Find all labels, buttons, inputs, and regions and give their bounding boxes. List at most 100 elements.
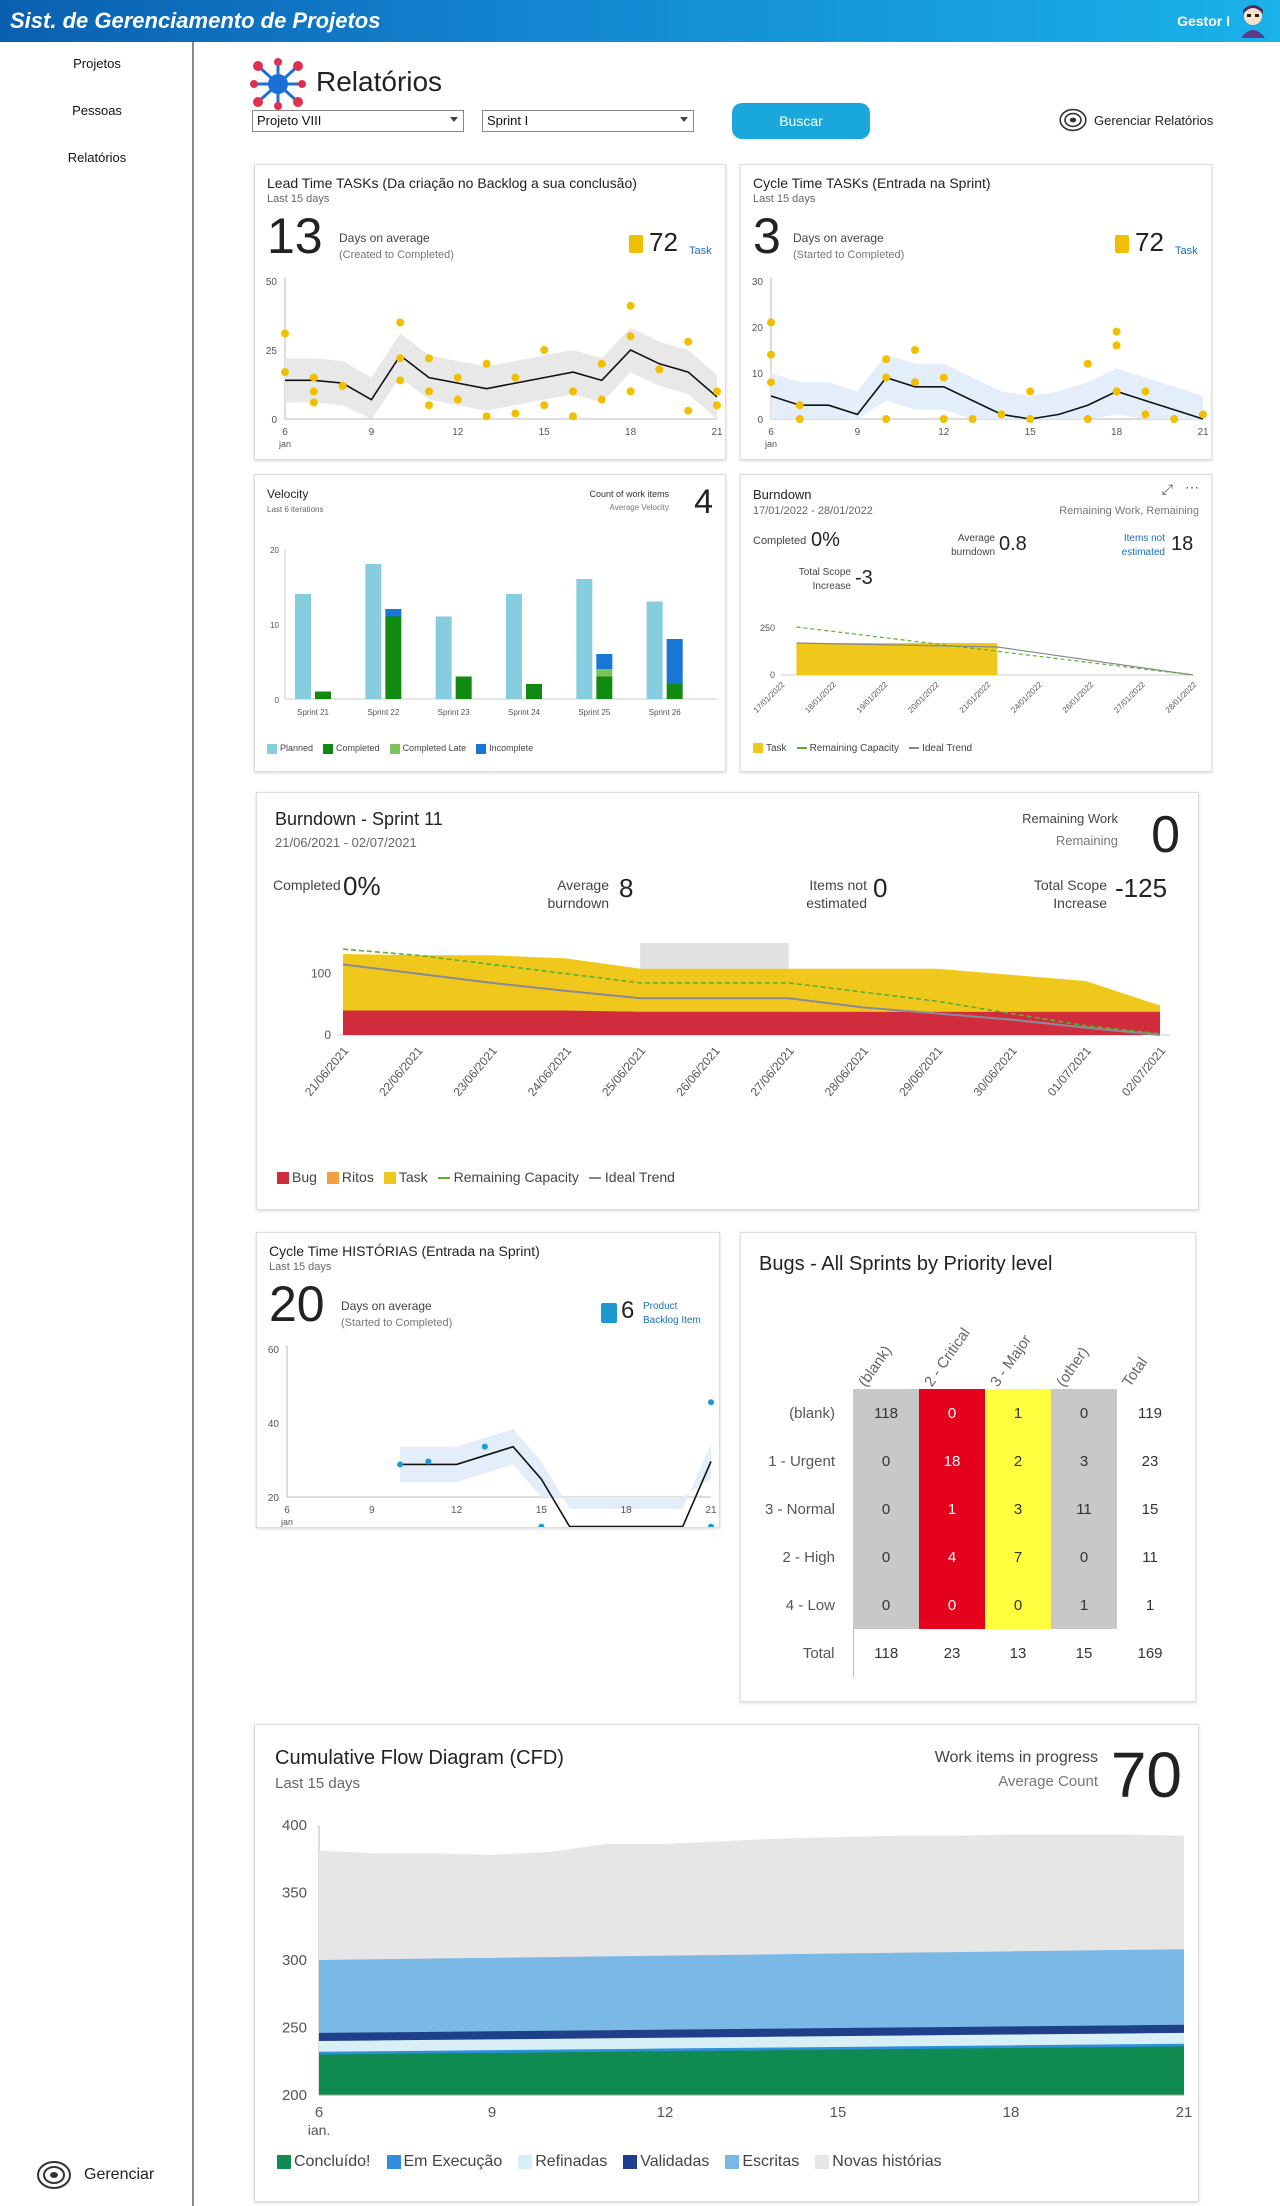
legend-item: Concluído! [277, 2153, 371, 2171]
legend-item: Novas histórias [815, 2153, 942, 2171]
matrix-cell[interactable]: 7 [985, 1533, 1051, 1581]
y-tick-label: 100 [311, 967, 331, 981]
card-title: Burndown [753, 487, 812, 502]
lead-time-card[interactable]: Lead Time TASKs (Da criação no Backlog a… [254, 164, 726, 460]
sidebar-item-pessoas[interactable]: Pessoas [0, 103, 194, 118]
cycle-historias-card[interactable]: Cycle Time HISTÓRIAS (Entrada na Sprint)… [256, 1232, 720, 1528]
matrix-cell[interactable]: 0 [853, 1533, 919, 1581]
average-desc: Days on average [793, 231, 884, 245]
average-velocity-label: Average Velocity [609, 503, 669, 512]
data-point [1112, 387, 1121, 396]
legend-label: Task [398, 1169, 428, 1185]
legend-label: Ideal Trend [604, 1169, 675, 1185]
completed-value: 0% [343, 871, 381, 901]
matrix-cell[interactable]: 0 [919, 1581, 985, 1629]
data-point [397, 1461, 404, 1468]
matrix-cell[interactable]: 1 [1051, 1581, 1117, 1629]
matrix-cell[interactable]: 119 [1117, 1389, 1183, 1437]
task-count-label: Task [1175, 245, 1198, 257]
matrix-cell[interactable]: 1 [985, 1389, 1051, 1437]
x-tick-label: 12 [452, 427, 464, 438]
column-header: 2 - Critical [921, 1324, 974, 1390]
matrix-cell[interactable]: 3 [985, 1485, 1051, 1533]
matrix-cell[interactable]: 3 [1051, 1437, 1117, 1485]
search-button[interactable]: Buscar [732, 103, 870, 139]
not-estimated-label: Items not [809, 877, 867, 893]
data-point [1026, 415, 1035, 423]
manage-button[interactable]: Gerenciar [36, 2160, 154, 2190]
matrix-cell[interactable]: 0 [853, 1581, 919, 1629]
matrix-cell[interactable]: 0 [853, 1485, 919, 1533]
average-desc: Days on average [339, 231, 430, 245]
avatar[interactable] [1238, 4, 1268, 38]
data-point [795, 415, 804, 423]
task-count-label: Task [689, 245, 712, 257]
matrix-cell[interactable]: 0 [1051, 1533, 1117, 1581]
bugs-matrix-card[interactable]: Bugs - All Sprints by Priority level (bl… [740, 1232, 1196, 1702]
matrix-cell[interactable]: 0 [985, 1581, 1051, 1629]
y-tick-label: 200 [282, 2087, 307, 2104]
not-estimated-label-2: estimated [806, 895, 867, 911]
burndown-sprint-card[interactable]: Burndown - Sprint 11 21/06/2021 - 02/07/… [256, 792, 1199, 1210]
legend-label: Refinadas [535, 2153, 608, 2170]
data-point [396, 376, 405, 385]
column-header: (blank) [855, 1342, 896, 1390]
data-point [481, 1443, 488, 1450]
cfd-card[interactable]: Cumulative Flow Diagram (CFD) Last 15 da… [254, 1724, 1199, 2202]
user-name[interactable]: Gestor I [1177, 13, 1230, 29]
data-point [795, 401, 804, 410]
row-label: 1 - Urgent [768, 1452, 835, 1470]
x-tick-label: 18 [625, 427, 637, 438]
more-options-icon[interactable]: ⋯ [1185, 479, 1199, 496]
matrix-cell[interactable]: 1 [919, 1485, 985, 1533]
expand-icon[interactable]: ⤢ [1162, 481, 1173, 498]
matrix-cell[interactable]: 2 [985, 1437, 1051, 1485]
project-select[interactable]: Projeto VIII [252, 110, 464, 132]
matrix-cell[interactable]: 118 [853, 1389, 919, 1437]
row-label: 4 - Low [785, 1596, 835, 1614]
matrix-cell[interactable]: 0 [1051, 1389, 1117, 1437]
y-tick-label: 20 [270, 546, 279, 555]
y-tick-label: 25 [266, 346, 278, 357]
cycle-time-card[interactable]: Cycle Time TASKs (Entrada na Sprint) Las… [740, 164, 1212, 460]
matrix-cell[interactable]: 0 [919, 1389, 985, 1437]
sidebar-item-projetos[interactable]: Projetos [0, 56, 194, 71]
x-tick-label: 29/06/2021 [896, 1044, 946, 1099]
velocity-card[interactable]: Velocity Last 6 iterations Count of work… [254, 474, 726, 772]
matrix-cell[interactable]: 1 [1117, 1581, 1183, 1629]
remaining-work-label: Remaining Work [1022, 811, 1118, 826]
legend-label: Remaining Capacity [809, 743, 900, 754]
legend-label: Bug [292, 1169, 317, 1185]
card-title: Cycle Time TASKs (Entrada na Sprint) [753, 175, 991, 191]
data-point [626, 332, 635, 341]
legend-item: Refinadas [518, 2153, 607, 2171]
matrix-cell[interactable]: 0 [853, 1437, 919, 1485]
x-tick-label: 12 [657, 2104, 674, 2121]
table-row: (blank) 118 0 1 0 119 [753, 1389, 1183, 1437]
legend-item: Planned [267, 743, 313, 754]
burndown-sprint-legend: Bug Ritos Task Remaining Capacity Ideal Tren… [277, 1169, 675, 1185]
manage-reports-label: Gerenciar Relatórios [1094, 112, 1214, 128]
x-tick-sublabel: jan. [307, 2122, 331, 2135]
sidebar-item-relatorios[interactable]: Relatórios [0, 150, 194, 165]
y-tick-label: 300 [282, 1952, 307, 1969]
legend-item: Ideal Trend [909, 743, 972, 754]
legend-label: Ritos [341, 1169, 374, 1185]
not-estimated-value: 18 [1171, 533, 1194, 555]
matrix-cell[interactable]: 15 [1117, 1485, 1183, 1533]
legend-item: Completed Late [389, 743, 467, 754]
matrix-cell[interactable]: 23 [1117, 1437, 1183, 1485]
average-burndown-value: 0.8 [999, 533, 1027, 555]
burndown-small-card[interactable]: Burndown 17/01/2022 - 28/01/2022 Remaini… [740, 474, 1212, 772]
matrix-cell[interactable]: 4 [919, 1533, 985, 1581]
matrix-cell[interactable]: 11 [1117, 1533, 1183, 1581]
matrix-cell[interactable]: 11 [1051, 1485, 1117, 1533]
manage-reports-link[interactable]: Gerenciar Relatórios [1058, 108, 1213, 132]
legend-label: Completed Late [402, 743, 467, 753]
matrix-cell[interactable]: 18 [919, 1437, 985, 1485]
x-tick-label: 12 [938, 427, 950, 438]
sprint-select[interactable]: Sprint I [482, 110, 694, 132]
settings-gear-icon [1059, 108, 1087, 132]
app-title: Sist. de Gerenciamento de Projetos [10, 8, 381, 33]
data-point [597, 395, 606, 404]
